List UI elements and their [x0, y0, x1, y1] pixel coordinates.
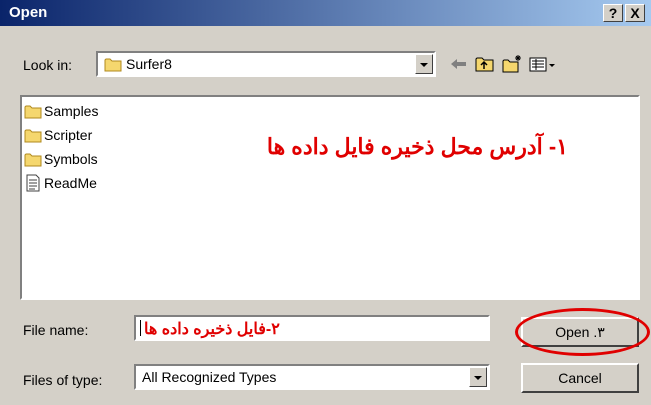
files-of-type-dropdown[interactable]: All Recognized Types [134, 364, 490, 390]
open-button-highlight [515, 308, 650, 356]
location-annotation: ۱- آدرس محل ذخیره فایل داده ها [266, 134, 568, 159]
folder-icon [104, 58, 122, 72]
close-button[interactable]: X [625, 4, 645, 22]
folder-icon [24, 129, 42, 143]
file-name-annotation: ۲-فایل ذخیره داده ها [144, 321, 280, 338]
list-item-label: Scripter [44, 127, 93, 143]
title-bar: Open ? X [0, 0, 651, 26]
files-of-type-label: Files of type: [23, 372, 103, 388]
up-folder-icon[interactable] [474, 54, 496, 74]
help-button[interactable]: ? [603, 4, 623, 22]
window-title: Open [9, 4, 48, 21]
list-item-label: Symbols [44, 151, 98, 167]
list-item-label: ReadMe [44, 175, 97, 191]
view-menu-icon[interactable] [528, 54, 558, 74]
open-dialog: Open ? X Look in: Surfer8 Samples Script… [0, 0, 651, 405]
document-icon [26, 174, 40, 192]
file-name-label: File name: [23, 322, 89, 338]
look-in-value: Surfer8 [126, 56, 172, 72]
file-list[interactable]: Samples Scripter Symbols ReadMe ۱- آدرس … [20, 95, 640, 300]
folder-icon [24, 153, 42, 167]
file-name-input[interactable]: ۲-فایل ذخیره داده ها [134, 315, 490, 341]
look-in-dropdown[interactable]: Surfer8 [96, 51, 436, 77]
look-in-label: Look in: [23, 57, 73, 73]
cancel-button[interactable]: Cancel [521, 363, 639, 393]
back-icon[interactable] [447, 54, 469, 74]
new-folder-icon[interactable] [501, 54, 523, 74]
files-of-type-value: All Recognized Types [142, 369, 277, 385]
look-in-dropdown-arrow[interactable] [415, 54, 433, 74]
list-item-label: Samples [44, 103, 99, 119]
folder-icon [24, 105, 42, 119]
files-of-type-dropdown-arrow[interactable] [469, 367, 487, 387]
text-caret [140, 320, 141, 336]
